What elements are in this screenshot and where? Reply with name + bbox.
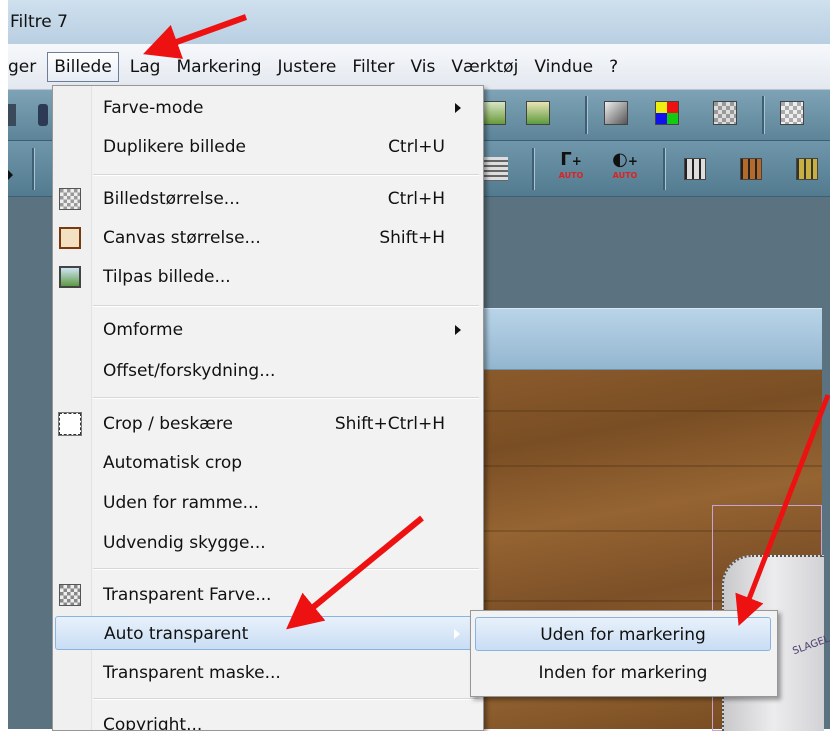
menu-item-label: Billedstørrelse... [103,189,241,209]
tb-image-icon-2[interactable] [526,101,550,125]
menu-item-canvas-stoerrelse[interactable]: Canvas størrelse... Shift+H [55,221,479,255]
toolbar-separator [762,96,765,134]
window-title: Filtre 7 [10,12,68,32]
menu-markering[interactable]: Markering [168,53,269,81]
menu-separator [93,397,479,399]
auto-transparent-submenu: Uden for markering Inden for markering [470,610,778,697]
menu-item-tilpas-billede[interactable]: Tilpas billede... [55,260,479,294]
menu-vis[interactable]: Vis [403,53,444,81]
menu-item-auto-transparent[interactable]: Auto transparent [55,616,479,650]
submenu-item-label: Inden for markering [538,663,708,683]
auto-label: AUTO [558,171,584,180]
menu-item-shortcut: Shift+Ctrl+H [334,414,445,434]
tb-auto-gamma-icon[interactable]: Γ+ AUTO [556,150,586,186]
tb-partial-icon-2[interactable] [38,104,48,126]
menu-vindue[interactable]: Vindue [526,53,601,81]
menu-item-udvendig-skygge[interactable]: Udvendig skygge... [55,526,479,560]
menu-filter[interactable]: Filter [344,53,402,81]
menu-item-shortcut: Shift+H [379,228,445,248]
wood-grain [470,465,822,467]
menu-bar: ger Billede Lag Markering Justere Filter… [8,44,830,90]
menu-item-transparent-farve[interactable]: Transparent Farve... [55,578,479,612]
submenu-item-uden-for-markering[interactable]: Uden for markering [475,617,771,651]
menu-item-crop[interactable]: Crop / beskære Shift+Ctrl+H [55,407,479,441]
transparent-color-icon [59,584,81,606]
crop-icon [58,412,82,436]
contrast-glyph: ◐+ [612,149,638,170]
menu-separator [93,698,479,700]
tb-grid-icon-2[interactable] [740,158,762,180]
toolbar-separator [532,148,535,190]
menu-vaerktoej[interactable]: Værktøj [443,53,526,81]
tb-transparent-icon[interactable] [713,101,737,125]
tb-partial-icon[interactable] [8,104,16,126]
menu-separator [93,305,479,307]
menu-item-label: Canvas størrelse... [103,228,261,248]
toolbar-separator [32,148,35,190]
menu-item-label: Automatisk crop [103,453,243,473]
menu-item-automatisk-crop[interactable]: Automatisk crop [55,446,479,480]
menu-item-label: Auto transparent [104,624,249,644]
menu-file[interactable]: ger [8,53,44,81]
menu-item-label: Omforme [103,320,184,340]
menu-item-shortcut: Ctrl+H [387,189,445,209]
menu-item-label: Copyright... [103,715,203,731]
fit-image-icon [59,266,81,288]
submenu-arrow-icon [455,325,461,335]
menu-separator [93,568,479,570]
menu-item-label: Tilpas billede... [103,267,231,287]
menu-item-uden-for-ramme[interactable]: Uden for ramme... [55,486,479,520]
document-titlebar [470,308,822,370]
menu-item-farve-mode[interactable]: Farve-mode [55,91,479,125]
menu-separator [93,174,479,176]
menu-item-transparent-maske[interactable]: Transparent maske... [55,656,479,690]
menu-item-shortcut: Ctrl+U [388,137,445,157]
tb-grid-icon-1[interactable] [684,158,706,180]
menu-item-duplikere[interactable]: Duplikere billede Ctrl+U [55,130,479,164]
menu-help[interactable]: ? [601,53,626,81]
menu-item-label: Transparent Farve... [103,585,272,605]
gamma-glyph: Γ+ [560,149,582,170]
tb-resize-icon[interactable] [780,101,804,125]
tb-auto-contrast-icon[interactable]: ◐+ AUTO [610,150,640,186]
menu-item-copyright[interactable]: Copyright... [55,708,479,731]
menu-item-label: Farve-mode [103,98,204,118]
menu-lag[interactable]: Lag [122,53,169,81]
submenu-arrow-icon [455,103,461,113]
menu-item-label: Uden for ramme... [103,493,259,513]
menu-billede[interactable]: Billede [47,51,119,82]
tb-palette-icon[interactable] [655,101,679,125]
submenu-item-inden-for-markering[interactable]: Inden for markering [475,656,771,690]
tb-gradient-icon[interactable] [604,101,628,125]
image-size-icon [59,188,81,210]
menu-item-label: Offset/forskydning... [103,361,276,381]
title-bar: Filtre 7 [8,0,830,44]
toolbar-separator [585,96,588,134]
menu-item-offset[interactable]: Offset/forskydning... [55,354,479,388]
menu-item-billedstoerrelse[interactable]: Billedstørrelse... Ctrl+H [55,182,479,216]
wood-grain [470,410,822,412]
menu-item-omforme[interactable]: Omforme [55,313,479,347]
tb-grid-icon-3[interactable] [796,158,818,180]
menu-item-label: Duplikere billede [103,137,246,157]
toolbar-separator [663,148,666,190]
canvas-size-icon [59,227,81,249]
billede-menu: Farve-mode Duplikere billede Ctrl+U Bill… [52,85,484,731]
menu-item-label: Transparent maske... [103,663,281,683]
menu-item-label: Udvendig skygge... [103,533,266,553]
submenu-arrow-icon [454,629,460,639]
menu-justere[interactable]: Justere [270,53,345,81]
auto-label: AUTO [612,171,638,180]
submenu-item-label: Uden for markering [540,625,706,645]
tb-image-icon-1[interactable] [482,101,506,125]
tb-levels-icon[interactable] [484,157,508,181]
tb-left-arrow-icon[interactable] [8,170,13,180]
menu-item-label: Crop / beskære [103,414,233,434]
